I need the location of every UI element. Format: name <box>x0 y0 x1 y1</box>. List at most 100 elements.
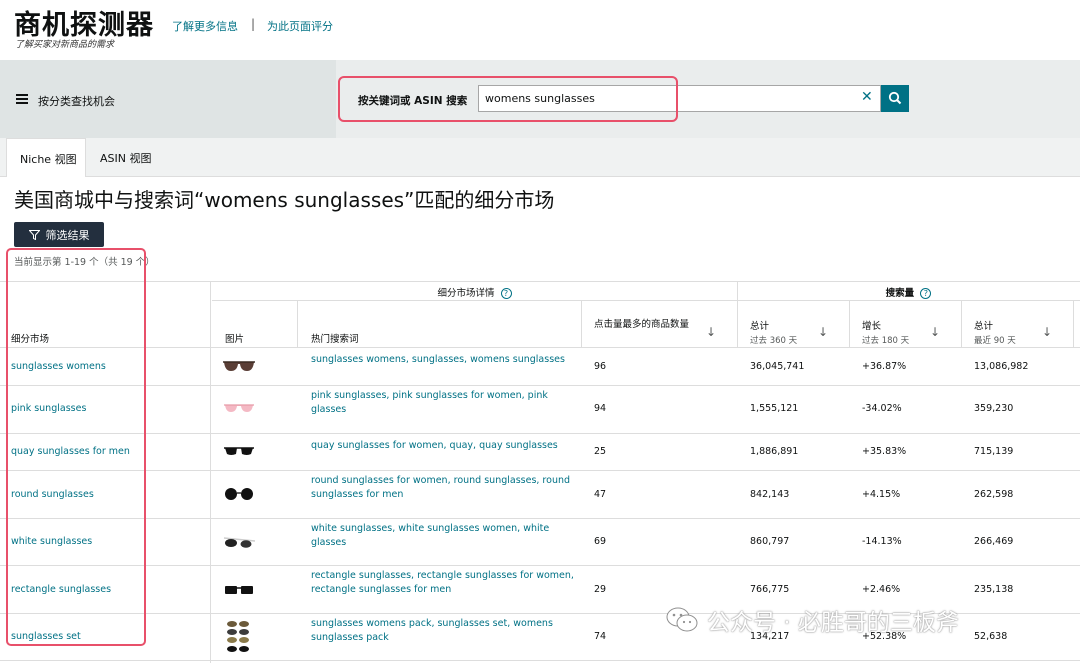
product-thumbnail <box>223 537 256 548</box>
top-terms-line[interactable]: glasses <box>311 403 346 417</box>
app-subtitle: 了解买家对新商品的需求 <box>15 40 115 50</box>
total-search-volume: 860,797 <box>750 536 790 547</box>
total90-value: 262,598 <box>974 489 1014 500</box>
clicked-count: 96 <box>594 361 607 372</box>
tab-niche-view[interactable]: Niche 视图 <box>6 138 86 177</box>
col-header-sublabel: 最近 90 天 <box>974 336 1016 346</box>
col-header-sublabel: 过去 360 天 <box>750 336 798 346</box>
growth-value: -34.02% <box>862 403 902 414</box>
col-header-total90[interactable]: 总计 最近 90 天 <box>974 318 1016 346</box>
total-search-volume: 36,045,741 <box>750 361 805 372</box>
total-search-volume: 842,143 <box>750 489 790 500</box>
tab-label: ASIN 视图 <box>100 152 152 165</box>
top-terms-line[interactable]: quay sunglasses for women, quay, quay su… <box>311 439 558 453</box>
clicked-count: 47 <box>594 489 607 500</box>
clicked-count: 69 <box>594 536 607 547</box>
wechat-icon <box>666 607 698 632</box>
col-header-label: 总计 <box>750 321 770 332</box>
row-divider <box>0 470 1080 471</box>
top-terms-line[interactable]: glasses <box>311 536 346 550</box>
header-separator: | <box>251 17 256 31</box>
group-header-details: 细分市场详情 ? <box>212 281 737 301</box>
total90-value: 52,638 <box>974 631 1008 642</box>
col-header-sublabel: 过去 180 天 <box>862 336 910 346</box>
col-divider <box>581 300 582 347</box>
search-button[interactable] <box>881 85 909 112</box>
top-terms-line[interactable]: round sunglasses for women, round sungla… <box>311 474 570 488</box>
row-divider <box>0 385 1080 386</box>
top-terms-line[interactable]: rectangle sunglasses for men <box>311 583 451 597</box>
col-divider <box>297 300 298 347</box>
col-header-total[interactable]: 总计 过去 360 天 <box>750 318 797 346</box>
top-terms-line[interactable]: white sunglasses, white sunglasses women… <box>311 522 549 536</box>
niche-column-highlight-box <box>6 248 146 646</box>
tab-asin-view[interactable]: ASIN 视图 <box>86 138 166 177</box>
search-icon <box>888 91 902 105</box>
col-divider <box>961 300 962 347</box>
filter-icon <box>28 229 40 240</box>
total-search-volume: 1,555,121 <box>750 403 799 414</box>
sort-arrow-icon[interactable]: ↓ <box>818 325 828 339</box>
total90-value: 13,086,982 <box>974 361 1029 372</box>
info-icon[interactable]: ? <box>500 288 512 299</box>
top-terms-line[interactable]: sunglasses pack <box>311 631 389 645</box>
sort-arrow-icon[interactable]: ↓ <box>1042 325 1052 339</box>
col-header-top-terms: 热门搜索词 <box>311 334 359 345</box>
row-divider <box>0 433 1080 434</box>
col-header-image: 图片 <box>225 334 245 345</box>
product-thumbnail <box>224 404 254 412</box>
rate-page-link[interactable]: 为此页面评分 <box>267 18 333 34</box>
top-terms-line[interactable]: rectangle sunglasses, rectangle sunglass… <box>311 569 574 583</box>
col-header-label: 增长 <box>862 321 882 332</box>
group-header-label: 细分市场详情 <box>437 288 495 299</box>
page-header: 商机探测器 了解买家对新商品的需求 了解更多信息 | 为此页面评分 <box>0 0 1080 60</box>
sort-arrow-icon[interactable]: ↓ <box>706 325 716 339</box>
learn-more-link[interactable]: 了解更多信息 <box>172 18 238 34</box>
watermark: 公众号 · 必胜哥的三板斧 <box>665 603 959 637</box>
row-divider <box>0 518 1080 519</box>
col-divider <box>849 300 850 347</box>
filter-results-button[interactable]: 筛选结果 <box>14 222 104 247</box>
hamburger-icon[interactable] <box>16 94 28 104</box>
col-header-growth[interactable]: 增长 过去 180 天 <box>862 318 909 346</box>
product-thumbnail <box>225 586 253 594</box>
clicked-count: 29 <box>594 584 607 595</box>
top-terms-line[interactable]: sunglasses womens pack, sunglasses set, … <box>311 617 553 631</box>
sort-arrow-icon[interactable]: ↓ <box>930 325 940 339</box>
growth-value: +35.83% <box>862 446 907 457</box>
filter-button-label: 筛选结果 <box>45 228 90 242</box>
watermark-text: 公众号 · 必胜哥的三板斧 <box>707 610 959 636</box>
clicked-count: 74 <box>594 631 607 642</box>
product-thumbnail <box>225 488 253 500</box>
view-tabs: Niche 视图 ASIN 视图 <box>0 138 1080 177</box>
row-divider <box>0 565 1080 566</box>
total-search-volume: 766,775 <box>750 584 790 595</box>
col-header-top-clicked[interactable]: 点击量最多的商品数量 <box>594 318 694 331</box>
category-label[interactable]: 按分类查找机会 <box>38 93 115 109</box>
top-terms-line[interactable]: sunglasses for men <box>311 488 403 502</box>
info-icon[interactable]: ? <box>920 288 932 299</box>
growth-value: -14.13% <box>862 536 902 547</box>
clicked-count: 94 <box>594 403 607 414</box>
page-title: 美国商城中与搜索词“womens sunglasses”匹配的细分市场 <box>14 188 555 212</box>
total-search-volume: 1,886,891 <box>750 446 799 457</box>
product-thumbnail <box>223 361 255 371</box>
top-terms-line[interactable]: pink sunglasses, pink sunglasses for wom… <box>311 389 548 403</box>
total90-value: 359,230 <box>974 403 1014 414</box>
growth-value: +4.15% <box>862 489 901 500</box>
search-highlight-box <box>338 76 678 122</box>
total90-value: 715,139 <box>974 446 1014 457</box>
category-panel[interactable]: 按分类查找机会 <box>0 60 336 138</box>
top-terms-line[interactable]: sunglasses womens, sunglasses, womens su… <box>311 353 565 367</box>
growth-value: +36.87% <box>862 361 907 372</box>
group-header-label: 搜索量 <box>885 288 915 299</box>
group-header-search-volume: 搜索量 ? <box>737 281 1080 301</box>
clicked-count: 25 <box>594 446 607 457</box>
clear-icon[interactable]: ✕ <box>861 89 873 105</box>
tab-label: Niche 视图 <box>20 153 77 166</box>
product-thumbnail <box>227 621 249 652</box>
total90-value: 235,138 <box>974 584 1014 595</box>
total90-value: 266,469 <box>974 536 1014 547</box>
col-divider <box>1073 300 1074 347</box>
product-thumbnail <box>224 447 254 455</box>
